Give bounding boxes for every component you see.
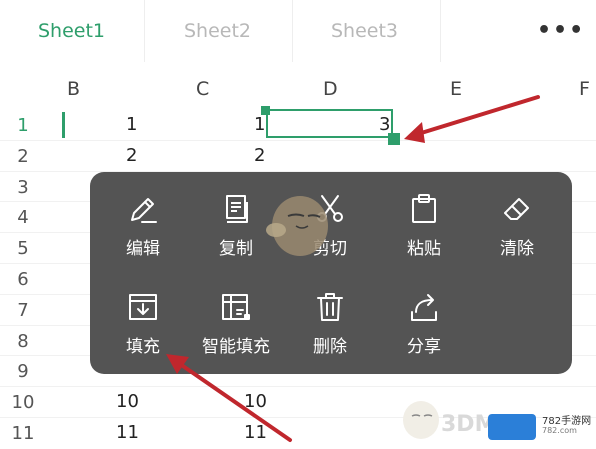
watermark-site: 782手游网 [542,416,592,427]
watermark-logo [488,414,536,440]
arrowhead [166,354,189,374]
annotation-arrows [166,95,540,442]
annotation-arrow-to-fill [178,362,292,442]
arrowhead [404,122,425,143]
watermark-url: 782.com [542,426,577,435]
watermark-mascot-icon [403,401,439,439]
watermark: 3DM 782手游网 782.com [396,386,596,446]
annotation-arrow-to-fill-handle [416,95,540,136]
